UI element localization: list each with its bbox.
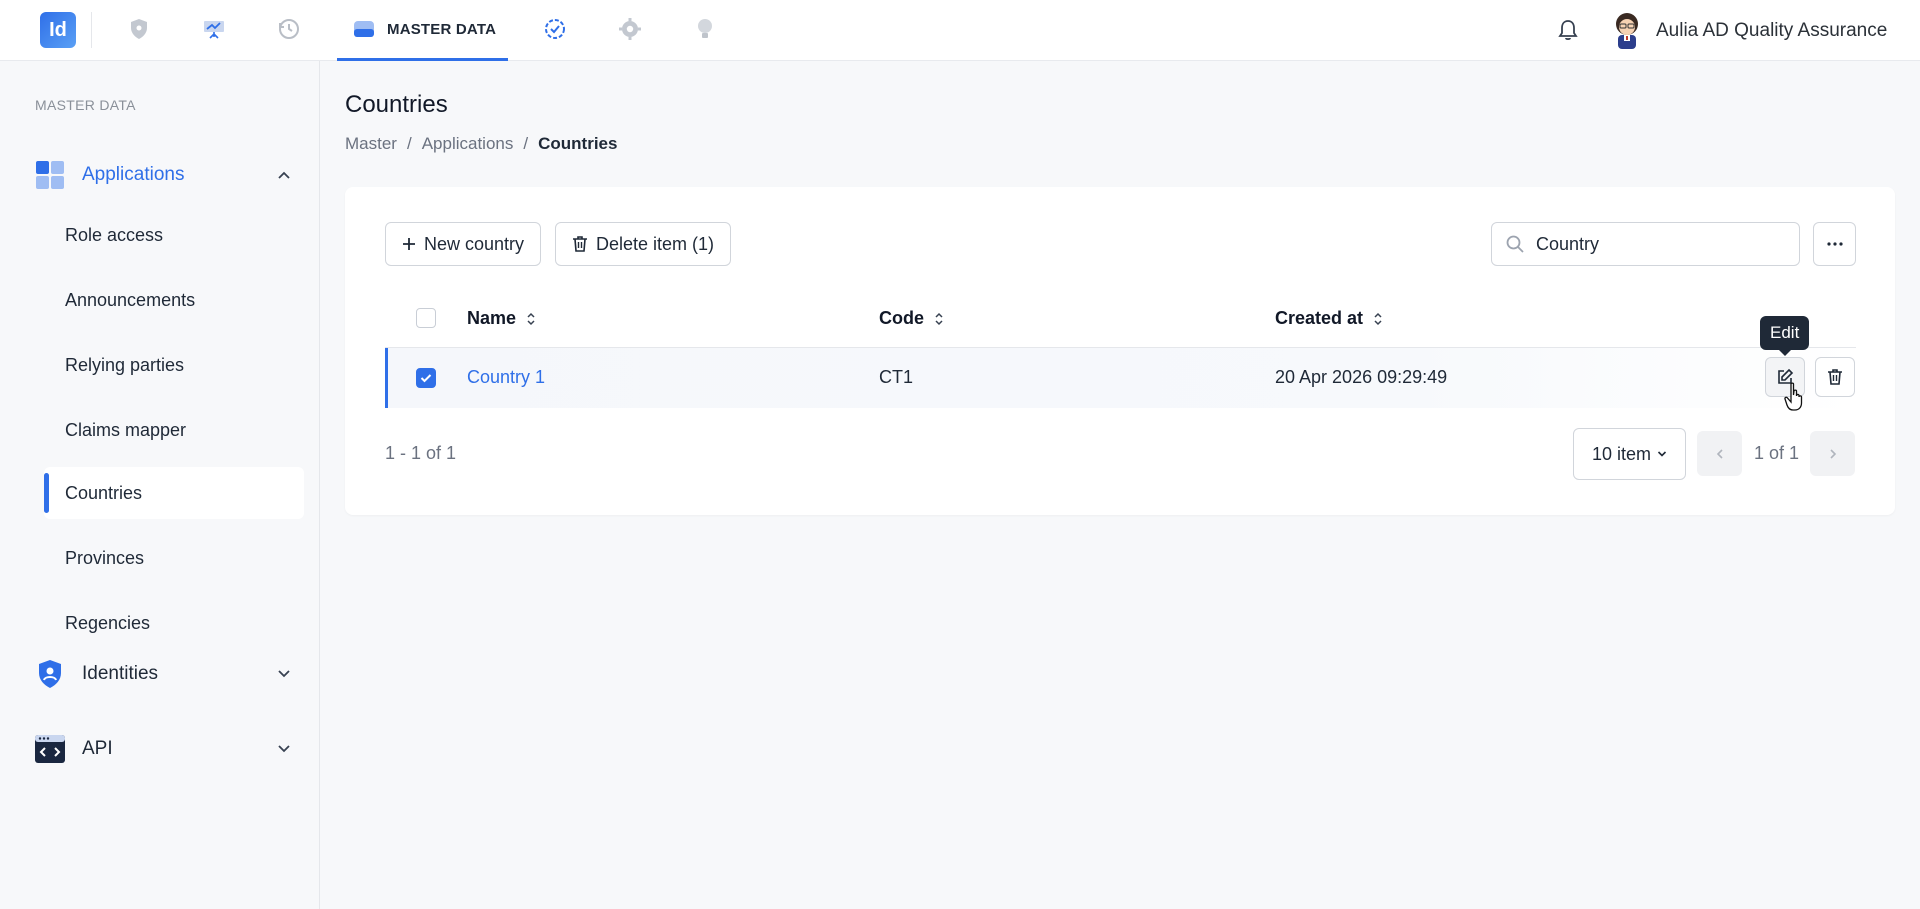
country-name-link[interactable]: Country 1 [467,367,545,388]
sidebar-group-identities[interactable]: Identities [34,654,294,694]
column-header-name[interactable]: Name [467,308,536,329]
sidebar-group-applications[interactable]: Applications [34,155,294,195]
table-header: Name Code Created at [385,296,1856,348]
delete-items-label: Delete item (1) [596,233,715,254]
sidebar-group-identities-label: Identities [82,663,159,684]
sidebar-item-countries[interactable]: Countries [44,467,304,519]
more-horizontal-icon [1826,242,1843,246]
more-options-button[interactable] [1813,222,1856,266]
hand-cursor-icon [1784,382,1806,412]
breadcrumb-applications[interactable]: Applications [422,134,514,154]
logo-divider [91,12,92,48]
previous-page-button[interactable] [1697,431,1742,476]
delete-items-button[interactable]: Delete item (1) [555,222,732,266]
sidebar-group-applications-label: Applications [82,164,185,185]
page-size-label: 10 item [1591,443,1652,464]
sidebar-group-api-label: API [82,738,113,759]
user-name[interactable]: Aulia AD Quality Assurance [1656,20,1887,42]
breadcrumb-master[interactable]: Master [345,134,397,154]
sort-icon [1374,312,1382,325]
column-header-code[interactable]: Code [879,308,944,329]
row-checkbox[interactable] [416,368,436,388]
breadcrumb-separator: / [406,134,412,153]
new-country-label: New country [424,233,525,254]
chevron-left-icon [1716,448,1723,459]
chevron-down-icon [274,664,294,684]
column-header-created-at[interactable]: Created at [1275,308,1383,329]
table-row[interactable]: Country 1 CT1 20 Apr 2026 09:29:49 [385,348,1856,408]
country-code: CT1 [879,367,914,387]
next-page-button[interactable] [1810,431,1855,476]
pagination-range-text: 1 - 1 of 1 [385,443,457,463]
sidebar-heading: MASTER DATA [35,97,136,113]
search-icon [1506,235,1524,253]
sidebar-group-api[interactable]: API [34,729,294,769]
nav-shield-icon[interactable] [124,14,154,44]
country-created-at: 20 Apr 2026 09:29:49 [1275,367,1448,387]
breadcrumb-countries: Countries [538,134,618,153]
sidebar: MASTER DATA Applications Role access Ann… [0,61,320,909]
page-size-select[interactable]: 10 item [1573,428,1686,480]
app-logo[interactable]: Id [40,12,76,48]
applications-grid-icon [34,159,66,191]
sidebar-item-relying-parties[interactable]: Relying parties [44,339,304,391]
sidebar-item-provinces[interactable]: Provinces [44,532,304,584]
plus-icon [403,238,415,250]
tab-master-data[interactable]: MASTER DATA [337,0,508,61]
new-country-button[interactable]: New country [385,222,542,266]
trash-icon [573,236,587,252]
user-avatar[interactable] [1608,10,1646,50]
select-all-checkbox[interactable] [416,308,436,328]
sort-icon [527,312,535,325]
page-indicator: 1 of 1 [1754,443,1800,463]
column-header-created-at-label: Created at [1275,308,1364,328]
trash-icon [1828,369,1842,385]
search-input[interactable] [1536,233,1776,255]
nav-verified-badge-icon[interactable] [540,14,570,44]
breadcrumb-separator: / [523,134,529,153]
code-window-icon [34,733,66,765]
sidebar-item-announcements[interactable]: Announcements [44,274,304,326]
sidebar-item-claims-mapper[interactable]: Claims mapper [44,404,304,456]
sort-icon [935,312,943,325]
sidebar-item-regencies[interactable]: Regencies [44,597,304,649]
notification-bell-icon[interactable] [1554,16,1582,44]
chevron-down-icon [1657,451,1667,457]
nav-lightbulb-icon[interactable] [690,14,720,44]
sidebar-item-role-access[interactable]: Role access [44,209,304,261]
chevron-up-icon [274,165,294,185]
tab-master-data-label: MASTER DATA [387,20,497,38]
checkmark-icon [420,374,432,383]
delete-row-button[interactable] [1815,357,1855,397]
nav-history-icon[interactable] [274,14,304,44]
edit-tooltip: Edit [1760,316,1810,356]
database-icon [354,21,374,37]
nav-settings-icon[interactable] [615,14,645,44]
column-header-name-label: Name [467,308,517,328]
chevron-down-icon [274,739,294,759]
chevron-right-icon [1829,448,1836,459]
page-title: Countries [345,91,448,118]
identity-shield-icon [34,658,66,690]
top-navigation-bar: Id MASTER DATA Aulia AD Quality Assuranc… [0,0,1920,61]
breadcrumb: Master / Applications / Countries [345,134,617,154]
nav-presentation-icon[interactable] [199,14,229,44]
column-header-code-label: Code [879,308,924,328]
search-box [1491,222,1800,266]
